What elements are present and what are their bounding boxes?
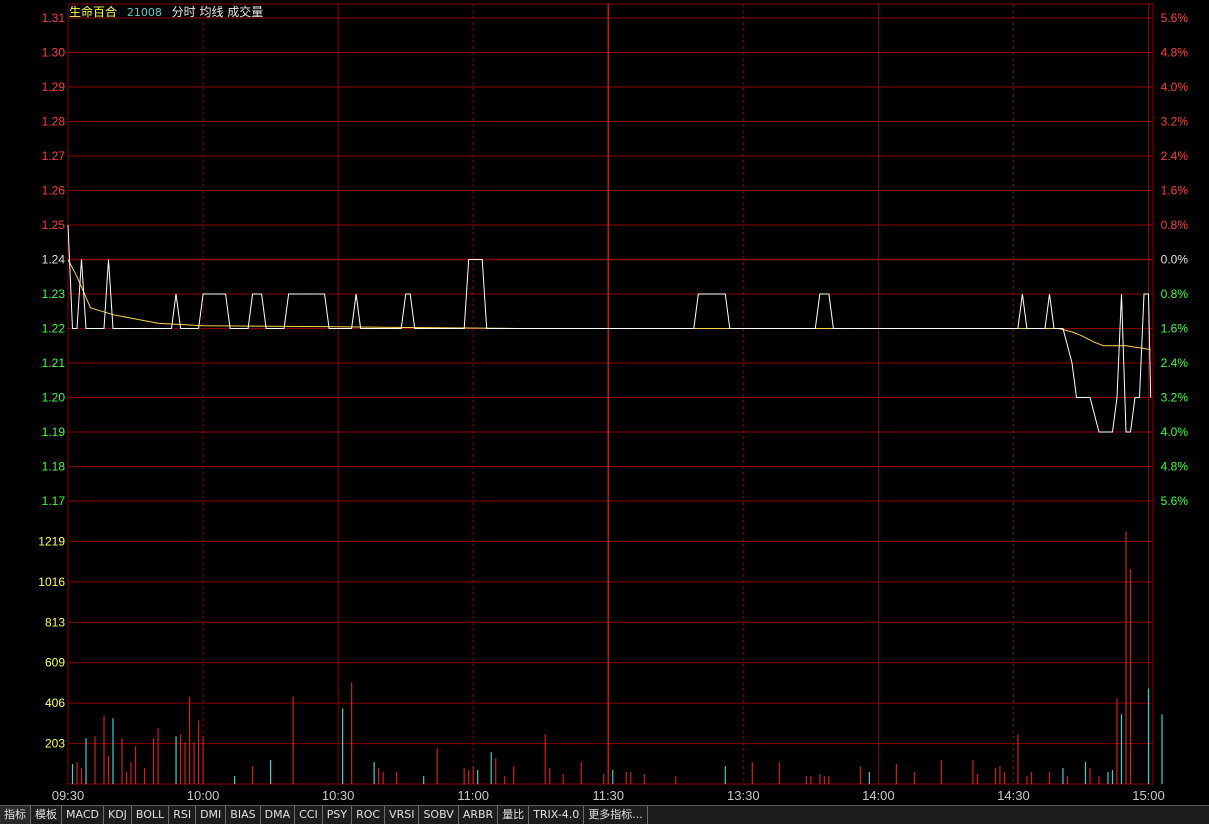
time-tick-label: 11:00 [457,788,489,803]
price-tick-label: 1.30 [42,46,66,60]
price-tick-label: 1.19 [42,425,66,439]
percent-tick-label: 0.0% [1161,253,1189,267]
volume-bars [71,531,1163,784]
indicator-tab-bar: 指标 模板 MACD KDJ BOLL RSI DMI BIAS DMA CCI PSY ROC VRS… [0,805,1209,824]
average-price-line [67,259,1151,350]
time-tick-label: 11:30 [592,788,624,803]
time-tick-label: 10:30 [322,788,355,803]
price-tick-label: 1.29 [42,80,66,94]
time-tick-label: 13:30 [727,788,760,803]
indicator-tab[interactable]: PSY [323,806,353,824]
time-tick-label: 09:30 [52,788,85,803]
intraday-chart[interactable]: 1.31 1.30 1.29 1.28 1.27 1.26 1.25 1.24 1.23 1.22… [0,0,1209,805]
chart-grid [67,3,1154,785]
time-tick-label: 15:00 [1132,788,1165,803]
time-tick-label: 14:30 [997,788,1030,803]
indicator-tab[interactable]: CCI [295,806,323,824]
price-line [67,224,1152,433]
chart-legend: 分时 均线 成交量 [171,5,264,19]
percent-tick-label: 2.4% [1161,356,1189,370]
price-tick-label: 1.24 [42,253,66,267]
percent-tick-label: 1.6% [1161,322,1189,336]
indicator-tab[interactable]: 指标 [0,806,31,824]
volume-tick-label: 813 [45,615,65,629]
volume-tick-label: 203 [45,737,65,751]
indicator-tab[interactable]: ARBR [459,806,499,824]
percent-tick-label: 4.8% [1161,46,1189,60]
percent-tick-label: 4.0% [1161,425,1189,439]
volume-tick-label: 406 [45,696,65,710]
percent-tick-label: 1.6% [1161,184,1189,198]
indicator-tab[interactable]: VRSI [385,806,420,824]
price-tick-label: 1.17 [42,494,66,508]
price-tick-label: 1.27 [42,149,66,163]
percent-tick-label: 4.0% [1161,80,1189,94]
indicator-tab[interactable]: BIAS [226,806,261,824]
volume-tick-label: 609 [45,656,65,670]
percent-tick-label: 2.4% [1161,149,1189,163]
indicator-tab[interactable]: 模板 [31,806,62,824]
indicator-tab[interactable]: SOBV [419,806,459,824]
indicator-tab[interactable]: BOLL [132,806,170,824]
percent-tick-label: 5.6% [1161,494,1189,508]
time-tick-label: 14:00 [862,788,895,803]
percent-tick-label: 0.8% [1161,287,1189,301]
price-tick-label: 1.23 [42,287,66,301]
price-lines [67,224,1152,433]
price-tick-label: 1.21 [42,356,66,370]
volume-tick-label: 1016 [38,575,65,589]
chart-header: 生命百合 21008 分时 均线 成交量 [69,3,269,20]
price-tick-label: 1.20 [42,391,66,405]
indicator-tab[interactable]: KDJ [104,806,132,824]
indicator-tab[interactable]: MACD [62,806,104,824]
percent-tick-label: 4.8% [1161,460,1189,474]
time-axis: 09:30 10:00 10:30 11:00 11:30 13:30 14:00 14:30… [52,788,1165,803]
indicator-tab[interactable]: DMI [196,806,227,824]
price-tick-label: 1.31 [42,11,66,25]
price-axis-left: 1.31 1.30 1.29 1.28 1.27 1.26 1.25 1.24 1.23 1.22… [42,11,66,508]
percent-tick-label: 3.2% [1161,391,1189,405]
indicator-tab[interactable]: TRIX-4.0 [529,806,585,824]
indicator-tab[interactable]: DMA [261,806,296,824]
price-tick-label: 1.28 [42,115,66,129]
volume-tick-label: 1219 [38,534,65,548]
time-tick-label: 10:00 [187,788,220,803]
indicator-tab[interactable]: 更多指标... [584,806,648,824]
percent-tick-label: 3.2% [1161,115,1189,129]
stock-name: 生命百合 [69,5,118,19]
percent-tick-label: 5.6% [1161,11,1189,25]
indicator-tab[interactable]: ROC [352,806,386,824]
price-tick-label: 1.18 [42,460,66,474]
price-tick-label: 1.25 [42,218,66,232]
indicator-tab[interactable]: RSI [169,806,197,824]
stock-code: 21008 [126,6,162,19]
indicator-tab[interactable]: 量比 [498,806,530,824]
percent-tick-label: 0.8% [1161,218,1189,232]
volume-axis: 1219 1016 813 609 406 203 [38,534,65,750]
price-tick-label: 1.22 [42,322,66,336]
percent-axis-right: 5.6% 4.8% 4.0% 3.2% 2.4% 1.6% 0.8% 0.0% 0.8% 1.6%… [1161,11,1189,508]
price-tick-label: 1.26 [42,184,66,198]
